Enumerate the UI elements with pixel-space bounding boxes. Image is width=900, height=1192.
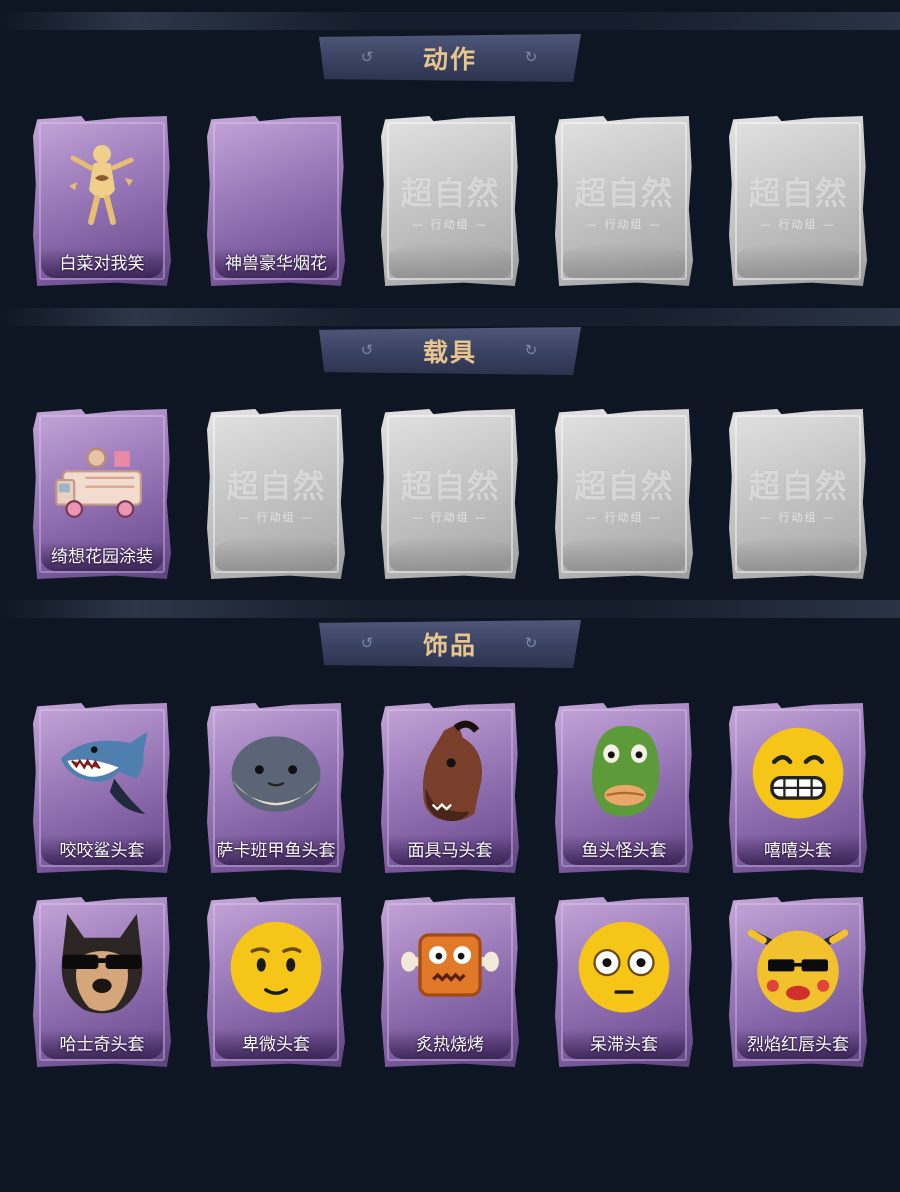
section-divider-band bbox=[0, 308, 900, 326]
item-card[interactable]: 嘻嘻头套 bbox=[729, 703, 867, 873]
item-name: 咬咬鲨头套 bbox=[59, 841, 145, 861]
item-card[interactable]: 哈士奇头套 bbox=[33, 897, 171, 1067]
swirl-ornament-icon: ↺ bbox=[360, 634, 374, 652]
locked-item-card[interactable]: 超自然 — 行动组 — bbox=[555, 116, 693, 286]
section-title: 动作 bbox=[422, 45, 477, 74]
locked-card-icon: 超自然 — 行动组 — bbox=[574, 467, 674, 524]
item-card[interactable]: 绮想花园涂装 bbox=[33, 409, 171, 579]
swirl-ornament-icon: ↻ bbox=[524, 341, 538, 359]
grilled-meat-icon bbox=[401, 933, 499, 997]
dancing-figure-icon bbox=[69, 145, 134, 225]
locked-card-icon: 超自然 — 行动组 — bbox=[748, 174, 848, 231]
red-lips-emoji-icon bbox=[747, 929, 849, 1013]
locked-item-card[interactable]: 超自然 — 行动组 — bbox=[729, 116, 867, 286]
item-name: 鱼头怪头套 bbox=[581, 841, 667, 861]
locked-card-icon: 超自然 — 行动组 — bbox=[400, 467, 500, 524]
section-divider-band bbox=[0, 12, 900, 30]
item-name: 哈士奇头套 bbox=[59, 1035, 145, 1055]
item-name: 炙热烧烤 bbox=[416, 1035, 484, 1055]
locked-item-card[interactable]: 超自然 — 行动组 — bbox=[381, 116, 519, 286]
item-name: 嘻嘻头套 bbox=[764, 841, 832, 861]
section-banner-actions: ↺ 动作 ↻ bbox=[319, 34, 581, 82]
locked-card-icon: 超自然 — 行动组 — bbox=[748, 467, 848, 524]
fireworks-icon bbox=[231, 138, 321, 228]
locked-card-icon: 超自然 — 行动组 — bbox=[574, 174, 674, 231]
section-banner-vehicles: ↺ 载具 ↻ bbox=[319, 327, 581, 375]
humble-emoji-icon bbox=[230, 921, 322, 1013]
item-name: 神兽豪华烟花 bbox=[225, 254, 327, 274]
locked-card-icon: 超自然 — 行动组 — bbox=[226, 467, 326, 524]
locked-item-card[interactable]: 超自然 — 行动组 — bbox=[381, 409, 519, 579]
item-name: 绮想花园涂装 bbox=[51, 547, 153, 567]
fish-head-icon bbox=[231, 736, 321, 812]
locked-item-card[interactable]: 超自然 — 行动组 — bbox=[729, 409, 867, 579]
swirl-ornament-icon: ↺ bbox=[360, 341, 374, 359]
item-card[interactable]: 咬咬鲨头套 bbox=[33, 703, 171, 873]
green-fish-head-icon bbox=[592, 725, 660, 817]
section-banner-accessories: ↺ 饰品 ↻ bbox=[319, 620, 581, 668]
dazed-emoji-icon bbox=[578, 921, 670, 1013]
section-title: 载具 bbox=[422, 338, 477, 367]
grinning-emoji-icon bbox=[752, 727, 844, 819]
item-card[interactable]: 烈焰红唇头套 bbox=[729, 897, 867, 1067]
locked-item-card[interactable]: 超自然 — 行动组 — bbox=[555, 409, 693, 579]
horse-head-icon bbox=[422, 720, 482, 822]
item-card[interactable]: 萨卡班甲鱼头套 bbox=[207, 703, 345, 873]
item-name: 萨卡班甲鱼头套 bbox=[216, 841, 336, 861]
shark-head-icon bbox=[60, 731, 148, 815]
swirl-ornament-icon: ↻ bbox=[524, 48, 538, 66]
swirl-ornament-icon: ↻ bbox=[524, 634, 538, 652]
item-name: 面具马头套 bbox=[407, 841, 493, 861]
item-card[interactable]: 面具马头套 bbox=[381, 703, 519, 873]
item-card[interactable]: 炙热烧烤 bbox=[381, 897, 519, 1067]
swirl-ornament-icon: ↺ bbox=[360, 48, 374, 66]
item-name: 白菜对我笑 bbox=[59, 254, 145, 274]
locked-item-card[interactable]: 超自然 — 行动组 — bbox=[207, 409, 345, 579]
husky-head-icon bbox=[61, 913, 143, 1014]
item-card[interactable]: 鱼头怪头套 bbox=[555, 703, 693, 873]
item-card[interactable]: 神兽豪华烟花 bbox=[207, 116, 345, 286]
decorated-truck-icon bbox=[55, 447, 142, 518]
item-name: 烈焰红唇头套 bbox=[747, 1035, 849, 1055]
item-card[interactable]: 呆滞头套 bbox=[555, 897, 693, 1067]
item-card[interactable]: 白菜对我笑 bbox=[33, 116, 171, 286]
item-card[interactable]: 卑微头套 bbox=[207, 897, 345, 1067]
section-title: 饰品 bbox=[422, 631, 477, 660]
item-name: 卑微头套 bbox=[242, 1035, 310, 1055]
section-divider-band bbox=[0, 600, 900, 618]
item-name: 呆滞头套 bbox=[590, 1035, 658, 1055]
locked-card-icon: 超自然 — 行动组 — bbox=[400, 174, 500, 231]
